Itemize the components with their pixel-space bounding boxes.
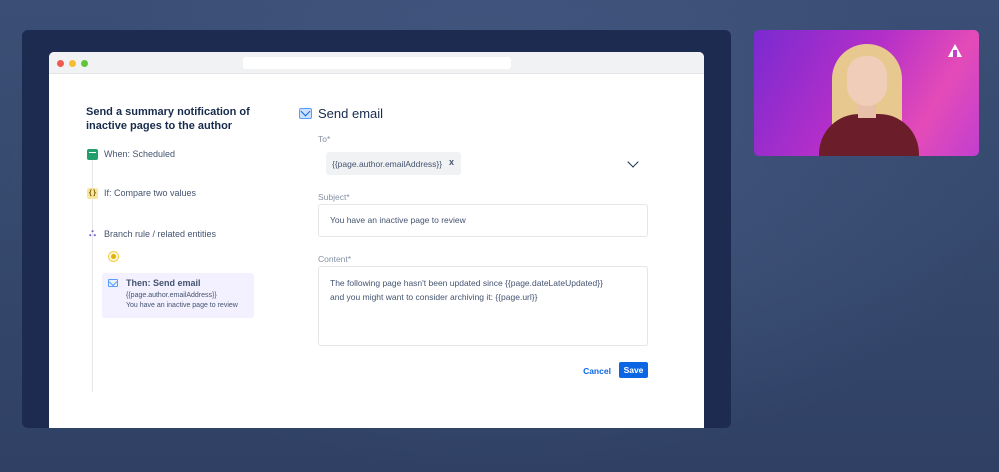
- rule-step-action-selected[interactable]: Then: Send email {{page.author.emailAddr…: [102, 273, 254, 318]
- atlassian-logo-icon: [948, 44, 962, 57]
- rule-step-label: If: Compare two values: [104, 188, 197, 198]
- email-icon: [299, 108, 312, 119]
- calendar-icon: [87, 148, 98, 160]
- to-label: To*: [318, 134, 331, 144]
- action-title: Then: Send email: [126, 278, 201, 288]
- to-recipient-chip[interactable]: {{page.author.emailAddress}} x: [326, 152, 461, 175]
- presenter-webcam: [754, 30, 979, 156]
- action-subject: You have an inactive page to review: [126, 302, 238, 309]
- rule-step-condition[interactable]: {} If: Compare two values: [87, 186, 196, 200]
- rule-step-branch[interactable]: ⛬ Branch rule / related entities: [87, 227, 216, 241]
- minimize-window-dot-icon[interactable]: [69, 60, 76, 67]
- email-icon: [108, 279, 118, 287]
- content-text-line: The following page hasn't been updated s…: [330, 278, 603, 288]
- maximize-window-dot-icon[interactable]: [81, 60, 88, 67]
- rule-step-label: Branch rule / related entities: [104, 229, 217, 239]
- presenter-figure: [814, 42, 924, 156]
- content-text-line: and you might want to consider archiving…: [330, 292, 538, 302]
- branch-icon: ⛬: [89, 228, 96, 239]
- rule-title: Send a summary notification of inactive …: [86, 106, 250, 132]
- to-recipient-value: {{page.author.emailAddress}}: [332, 158, 443, 169]
- action-recipient: {{page.author.emailAddress}}: [126, 292, 217, 299]
- close-window-dot-icon[interactable]: [57, 60, 64, 67]
- subject-value: You have an inactive page to review: [330, 215, 466, 225]
- remove-recipient-icon[interactable]: x: [449, 157, 454, 167]
- content-textarea[interactable]: The following page hasn't been updated s…: [318, 266, 648, 346]
- browser-toolbar: [49, 52, 704, 74]
- browser-window: Send a summary notification of inactive …: [49, 52, 704, 428]
- address-bar[interactable]: [243, 57, 511, 69]
- save-button[interactable]: Save: [619, 362, 648, 378]
- branch-node-icon[interactable]: [108, 251, 119, 262]
- braces-icon: {}: [87, 187, 98, 199]
- cancel-button[interactable]: Cancel: [579, 363, 615, 378]
- subject-label: Subject*: [318, 192, 350, 202]
- subject-input[interactable]: You have an inactive page to review: [318, 204, 648, 237]
- rule-step-trigger[interactable]: When: Scheduled: [87, 147, 175, 161]
- chevron-down-icon[interactable]: [627, 156, 639, 168]
- content-label: Content*: [318, 254, 352, 264]
- rule-step-label: When: Scheduled: [104, 149, 176, 159]
- form-title: Send email: [318, 106, 384, 121]
